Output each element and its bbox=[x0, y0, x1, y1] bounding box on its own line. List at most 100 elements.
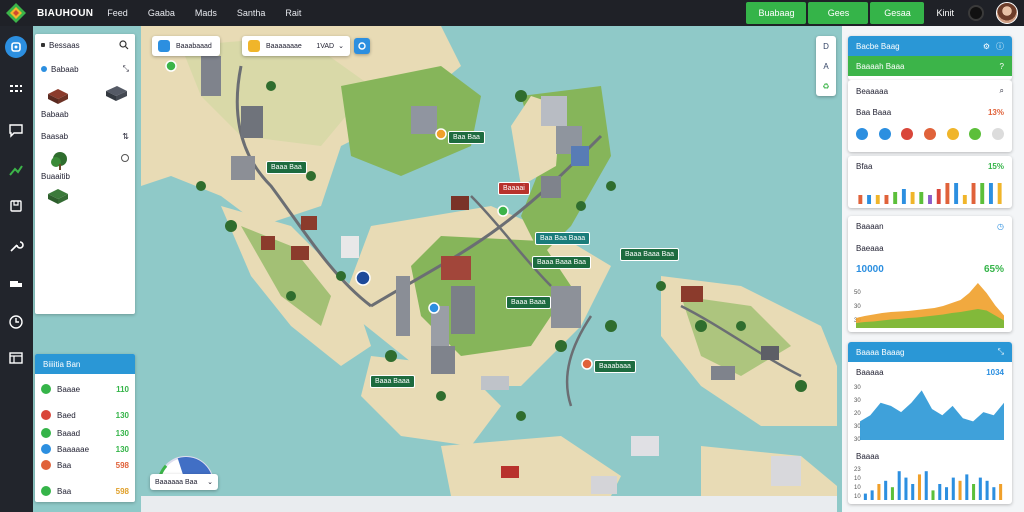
top-button-1[interactable]: Buabaag bbox=[746, 2, 807, 24]
unit-tree-icon[interactable] bbox=[47, 150, 73, 172]
nav-item-gaaba[interactable]: Gaaba bbox=[148, 8, 175, 18]
recycle-icon[interactable]: ♻ bbox=[816, 76, 836, 96]
map-label[interactable]: Baaa Baaa bbox=[506, 296, 551, 309]
chart-bar bbox=[985, 480, 989, 500]
map-search-1[interactable]: Baaabaaad bbox=[152, 36, 220, 56]
map-label[interactable]: Baaa Baaa Baa bbox=[532, 256, 592, 269]
settings-icon[interactable]: ⚙ bbox=[983, 42, 990, 51]
color-swatch[interactable] bbox=[878, 128, 891, 140]
map-label[interactable]: Baaaai bbox=[498, 182, 530, 195]
color-swatch[interactable] bbox=[923, 128, 936, 140]
home-icon[interactable] bbox=[5, 36, 27, 58]
right-card-2: Beaaaaa ⌕ Baa Baaa 13% bbox=[848, 80, 1012, 152]
status-dot-icon[interactable] bbox=[968, 5, 984, 21]
clock-icon[interactable] bbox=[6, 312, 26, 332]
refresh-icon bbox=[358, 42, 366, 50]
resource-row[interactable]: Baed 130 bbox=[41, 408, 129, 422]
right-card-1-subheader[interactable]: Baaaah Baaa ? bbox=[848, 56, 1012, 76]
map-controls: D A ♻ bbox=[816, 36, 836, 96]
color-swatch[interactable] bbox=[991, 128, 1004, 140]
share-icon[interactable]: ⇅ bbox=[122, 132, 129, 141]
unit-caption: Babaab bbox=[41, 110, 69, 119]
color-swatch[interactable] bbox=[969, 128, 982, 140]
right-card-4-row1: Baaaan ◷ bbox=[856, 222, 1004, 231]
truck-icon[interactable] bbox=[6, 274, 26, 294]
right-card-5-title: Baaaa Baaag bbox=[856, 347, 905, 357]
user-label[interactable]: Kinit bbox=[936, 8, 954, 18]
section-header-1[interactable]: Babaab ⤡ bbox=[41, 64, 129, 74]
map-label[interactable]: Baaabaaa bbox=[594, 360, 636, 373]
package-icon[interactable] bbox=[6, 196, 26, 216]
map-search-2[interactable]: Baaaaaaae 1VAD ⌄ bbox=[242, 36, 350, 56]
color-swatch[interactable] bbox=[901, 128, 914, 140]
resource-row[interactable]: Baa 598 bbox=[41, 484, 129, 498]
resource-dot-icon bbox=[41, 460, 51, 470]
resource-row[interactable]: Baaad 130 bbox=[41, 426, 129, 440]
map-label[interactable]: Baa Baa bbox=[448, 131, 485, 144]
avatar[interactable] bbox=[996, 2, 1018, 24]
right-card-2-row2-label: Baa Baaa bbox=[856, 108, 892, 117]
chat-icon[interactable] bbox=[6, 120, 26, 140]
tool-icon[interactable] bbox=[6, 236, 26, 256]
route-icon[interactable] bbox=[6, 160, 26, 180]
color-swatch[interactable] bbox=[856, 128, 868, 140]
resource-panel-title: Biiiitia Ban bbox=[35, 354, 135, 374]
resource-value: 130 bbox=[115, 444, 129, 454]
top-button-3[interactable]: Gesaa bbox=[870, 2, 925, 24]
game-map[interactable] bbox=[141, 26, 837, 496]
report-icon[interactable] bbox=[6, 348, 26, 368]
top-button-2[interactable]: Gees bbox=[808, 2, 869, 24]
info-icon[interactable]: ⓘ bbox=[996, 41, 1004, 52]
nav-item-feed[interactable]: Feed bbox=[107, 8, 128, 18]
color-palette[interactable] bbox=[856, 128, 1004, 140]
radio-option[interactable] bbox=[121, 154, 129, 162]
nav-item-santha[interactable]: Santha bbox=[237, 8, 266, 18]
right-card-2-row1[interactable]: Beaaaaa ⌕ bbox=[856, 86, 1004, 96]
layer-icon bbox=[158, 40, 170, 52]
panel-search-row[interactable]: Bessaas bbox=[41, 40, 129, 50]
nav-item-mads[interactable]: Mads bbox=[195, 8, 217, 18]
map-label[interactable]: Baaa Baaa Baa bbox=[620, 248, 680, 261]
right-card-2-row2: Baa Baaa 13% bbox=[856, 108, 1004, 117]
map-label[interactable]: Baa Baa Baaa bbox=[535, 232, 591, 245]
expand-icon[interactable]: ⤡ bbox=[998, 347, 1004, 357]
chart-bar bbox=[875, 195, 880, 204]
grid-icon[interactable] bbox=[6, 80, 26, 100]
chart-bar bbox=[988, 183, 993, 204]
right-card-6-label: Baaaa bbox=[856, 452, 880, 461]
section-label-1: Babaab bbox=[51, 64, 79, 74]
map-label[interactable]: Baaa Baaa bbox=[370, 375, 415, 388]
chart-bar bbox=[936, 189, 941, 204]
bar-chart-2 bbox=[863, 471, 1003, 500]
right-card-5-header: Baaaa Baaag ⤡ bbox=[848, 342, 1012, 362]
clock-icon[interactable]: ◷ bbox=[997, 222, 1004, 231]
search-icon[interactable]: ⌕ bbox=[1000, 86, 1004, 96]
gauge-dropdown[interactable]: Baaaaaa Baa ⌄ bbox=[150, 474, 218, 490]
right-card-3-row: Bfaa 15% bbox=[856, 162, 1004, 171]
map-label[interactable]: Baaa Baa bbox=[266, 161, 307, 174]
search-icon[interactable] bbox=[119, 40, 129, 50]
chart-bar bbox=[924, 471, 928, 500]
map-control-2[interactable]: A bbox=[816, 56, 836, 76]
color-swatch[interactable] bbox=[946, 128, 959, 140]
map-canvas[interactable] bbox=[141, 26, 837, 496]
expand-icon[interactable]: ⤡ bbox=[123, 64, 129, 74]
chart-bar bbox=[901, 189, 906, 204]
unit-house-icon[interactable] bbox=[45, 184, 71, 206]
section-header-2[interactable]: Baasab ⇅ bbox=[41, 132, 129, 141]
unit-tank-icon[interactable] bbox=[45, 84, 71, 106]
resource-row[interactable]: Baaaaae 130 bbox=[41, 442, 129, 456]
chevron-down-icon[interactable]: ⌄ bbox=[338, 42, 344, 50]
map-layer-button[interactable] bbox=[354, 38, 370, 54]
resource-row[interactable]: Baa 598 bbox=[41, 458, 129, 472]
unit-truck-icon[interactable] bbox=[103, 82, 129, 104]
help-icon[interactable]: ? bbox=[1000, 62, 1004, 71]
app-logo-icon[interactable] bbox=[5, 2, 27, 24]
area-chart-1 bbox=[856, 283, 1004, 328]
resource-row[interactable]: Baaae 110 bbox=[41, 382, 129, 396]
nav-item-rait[interactable]: Rait bbox=[285, 8, 301, 18]
map-control-1[interactable]: D bbox=[816, 36, 836, 56]
right-card-2-row2-value: 13% bbox=[987, 108, 1004, 117]
top-nav: Feed Gaaba Mads Santha Rait bbox=[107, 8, 321, 18]
right-card-2-label: Beaaaaa bbox=[856, 86, 889, 96]
